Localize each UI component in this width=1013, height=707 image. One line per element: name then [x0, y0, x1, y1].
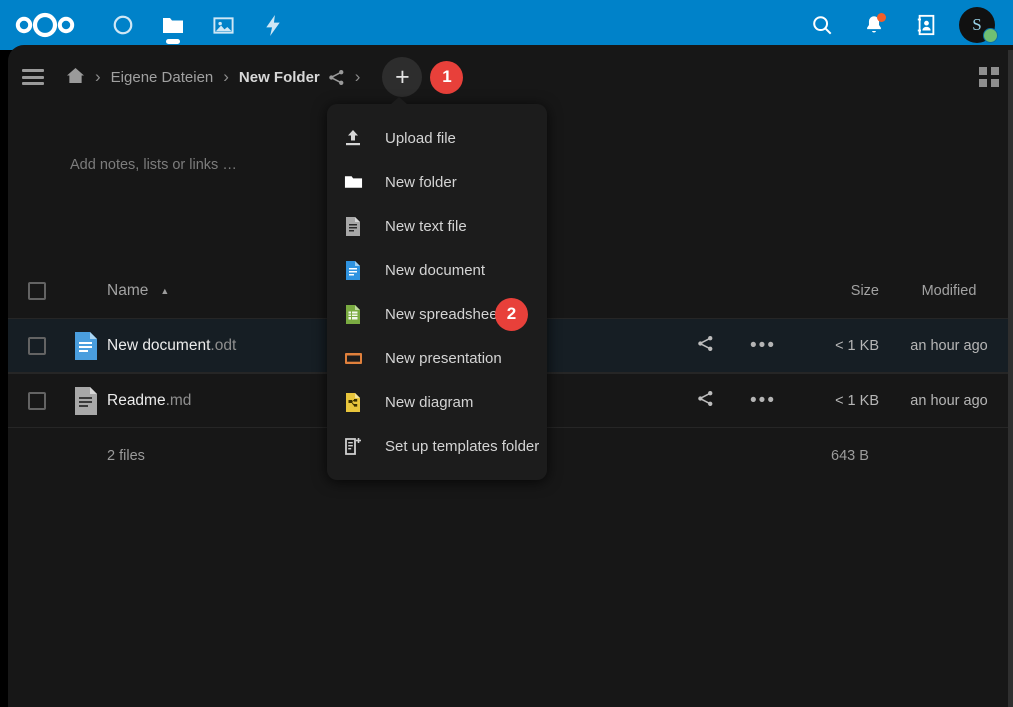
share-icon [697, 390, 714, 412]
menu-item-upload-file[interactable]: Upload file [327, 116, 547, 160]
menu-item-setup-templates-folder[interactable]: Set up templates folder [327, 424, 547, 468]
new-file-button[interactable]: + [382, 57, 423, 97]
text-file-icon [343, 216, 363, 236]
search-button[interactable] [797, 0, 847, 50]
file-modified: an hour ago [910, 392, 988, 409]
total-size: 643 B [831, 447, 869, 464]
select-all-checkbox-cell[interactable] [8, 281, 65, 300]
menu-item-new-diagram[interactable]: New diagram [327, 380, 547, 424]
home-icon [66, 67, 85, 88]
menu-item-label: New spreadsheet [385, 305, 502, 323]
app-nav-icons [98, 0, 298, 50]
row-checkbox[interactable] [27, 391, 46, 410]
dropdown-arrow [390, 97, 408, 105]
row-checkbox-cell[interactable] [8, 336, 65, 355]
column-header-size[interactable]: Size [793, 283, 885, 299]
notification-badge [877, 13, 886, 22]
column-header-modified[interactable]: Modified [885, 283, 1013, 299]
select-all-checkbox[interactable] [27, 281, 46, 300]
row-checkbox-cell[interactable] [8, 391, 65, 410]
topbar-right-actions: S [797, 0, 1001, 50]
nav-dashboard-button[interactable] [98, 0, 148, 50]
menu-item-label: New presentation [385, 349, 502, 367]
breadcrumb-item-eigene-dateien[interactable]: Eigene Dateien [111, 69, 214, 86]
notifications-button[interactable] [849, 0, 899, 50]
avatar[interactable]: S [953, 0, 1001, 50]
nav-activity-button[interactable] [248, 0, 298, 50]
row-actions-menu-button[interactable]: ••• [733, 335, 793, 357]
dashboard-icon [112, 14, 134, 36]
menu-item-label: Set up templates folder [385, 437, 540, 455]
breadcrumb-item-new-folder[interactable]: New Folder [239, 69, 320, 86]
nextcloud-files-app: S › Eigene Dateien › New Folder › + 1 Ad… [0, 0, 1013, 707]
file-size: < 1 KB [835, 337, 879, 354]
activity-icon [263, 14, 283, 37]
file-name: Readme [107, 391, 166, 409]
presentation-icon [343, 348, 363, 368]
menu-item-label: Upload file [385, 129, 456, 147]
share-icon[interactable] [328, 69, 345, 86]
menu-item-new-folder[interactable]: New folder [327, 160, 547, 204]
text-file-icon [65, 386, 107, 416]
hamburger-icon[interactable] [22, 69, 44, 85]
active-indicator [166, 39, 180, 44]
nextcloud-logo[interactable] [14, 10, 76, 40]
row-actions-menu-button[interactable]: ••• [733, 390, 793, 412]
spreadsheet-icon [343, 304, 363, 324]
file-modified: an hour ago [910, 337, 988, 354]
file-name: New document [107, 336, 211, 354]
contacts-button[interactable] [901, 0, 951, 50]
step-badge-2: 2 [495, 297, 528, 331]
breadcrumb-home[interactable] [66, 67, 85, 88]
menu-item-new-document[interactable]: New document [327, 248, 547, 292]
menu-item-new-text-file[interactable]: New text file [327, 204, 547, 248]
top-navigation-bar: S [0, 0, 1013, 50]
menu-item-label: New text file [385, 217, 467, 235]
online-status-dot [983, 28, 998, 43]
row-share-button[interactable] [677, 390, 733, 412]
breadcrumb-separator: › [95, 67, 101, 86]
breadcrumb-separator: › [354, 67, 361, 86]
menu-item-new-spreadsheet[interactable]: New spreadsheet 2 [327, 292, 547, 336]
nav-photos-button[interactable] [198, 0, 248, 50]
share-icon [697, 335, 714, 357]
sort-ascending-icon: ▲ [160, 285, 170, 296]
column-header-name-label: Name [107, 281, 149, 299]
grid-view-icon[interactable] [979, 67, 999, 87]
document-file-icon [65, 331, 107, 361]
templates-folder-icon [343, 436, 363, 456]
files-count: 2 files [107, 447, 145, 464]
new-file-dropdown-menu: Upload file New folder New text file New… [327, 97, 547, 480]
menu-item-label: New document [385, 261, 486, 279]
diagram-icon [343, 392, 363, 412]
folder-icon [343, 172, 363, 192]
document-icon [343, 260, 363, 280]
search-icon [811, 14, 833, 36]
row-checkbox[interactable] [27, 336, 46, 355]
file-extension: .odt [210, 336, 237, 354]
breadcrumb-separator: › [223, 67, 229, 86]
menu-item-label: New folder [385, 173, 457, 191]
upload-icon [343, 128, 363, 148]
nav-files-button[interactable] [148, 0, 198, 50]
breadcrumb: › Eigene Dateien › New Folder › + 1 [8, 45, 1013, 109]
menu-item-new-presentation[interactable]: New presentation [327, 336, 547, 380]
notes-placeholder[interactable]: Add notes, lists or links … [70, 157, 237, 173]
row-share-button[interactable] [677, 335, 733, 357]
contacts-icon [916, 14, 937, 36]
vertical-scrollbar[interactable] [1008, 50, 1013, 707]
file-size: < 1 KB [835, 392, 879, 409]
step-badge-1: 1 [430, 60, 464, 94]
file-extension: .md [165, 391, 192, 409]
photos-icon [212, 14, 235, 37]
files-icon [161, 14, 185, 36]
menu-item-label: New diagram [385, 393, 474, 411]
